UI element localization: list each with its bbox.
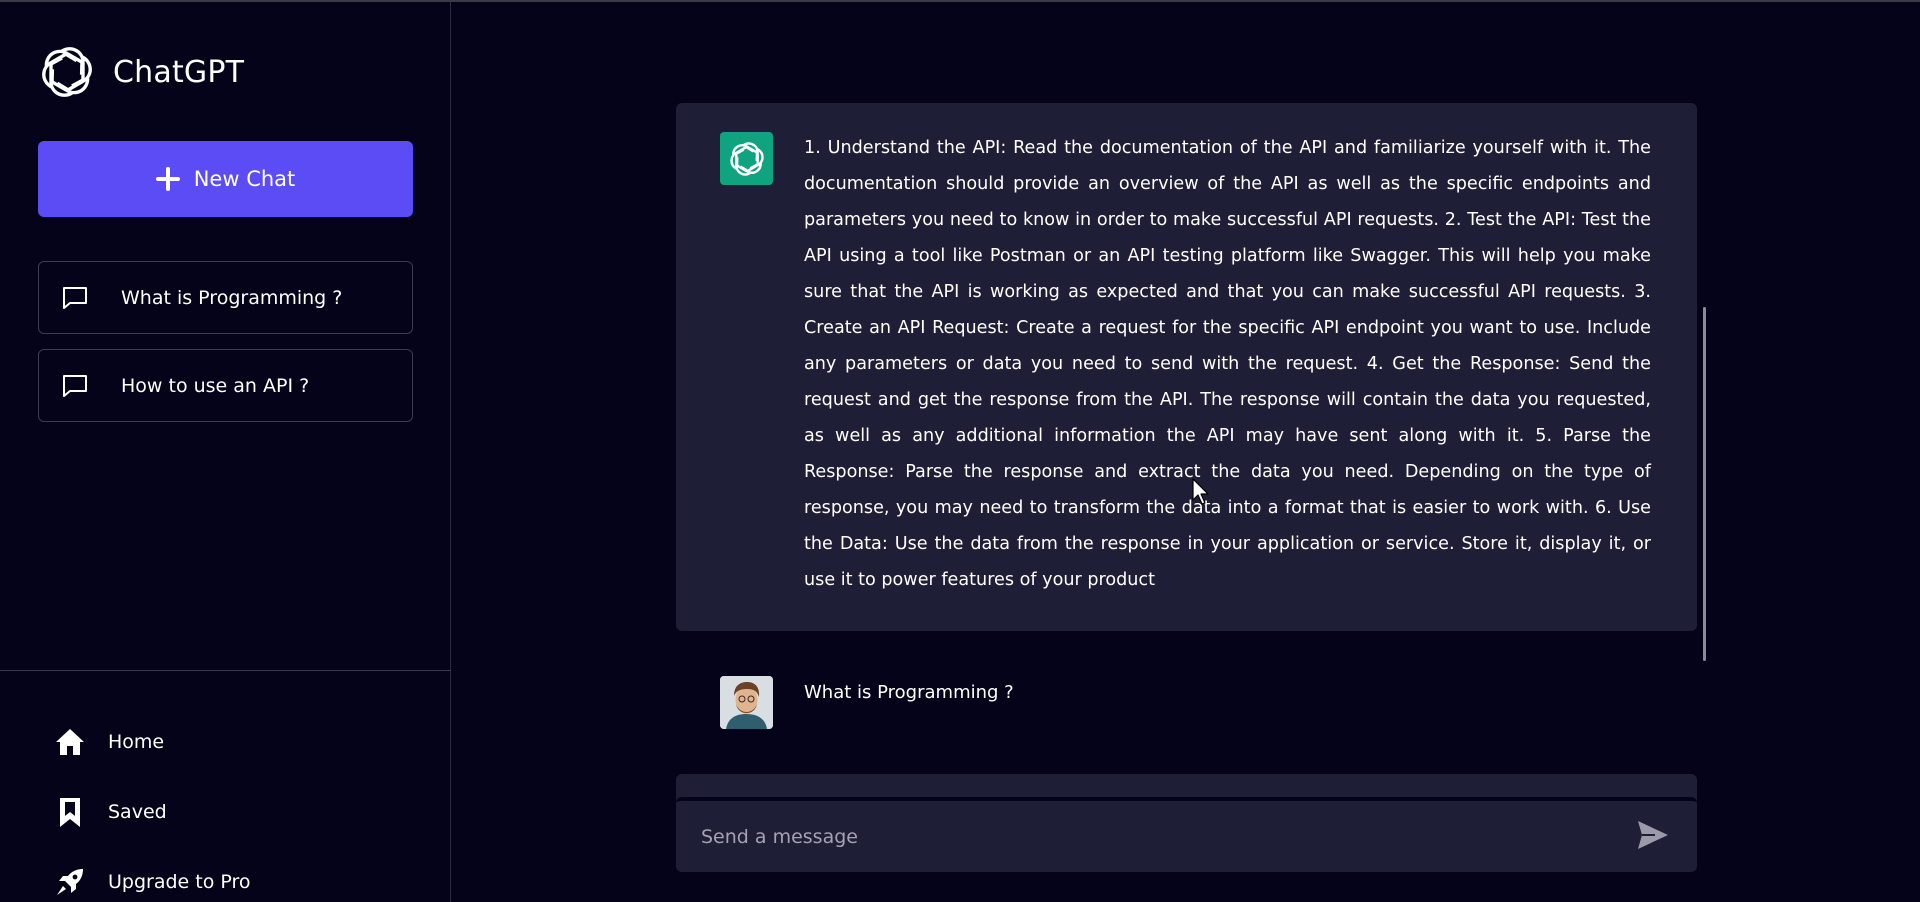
message-icon bbox=[63, 374, 87, 397]
home-icon bbox=[56, 729, 84, 755]
assistant-message: 1. Understand the API: Read the document… bbox=[676, 103, 1697, 631]
sidebar-divider bbox=[0, 670, 451, 671]
history-item-how-to-use-api[interactable]: How to use an API ? bbox=[38, 349, 413, 422]
chat-area: 1. Understand the API: Read the document… bbox=[452, 2, 1920, 902]
assistant-message-text: 1. Understand the API: Read the document… bbox=[804, 138, 1651, 590]
user-avatar bbox=[720, 676, 773, 729]
nav-label-home: Home bbox=[108, 731, 165, 753]
openai-logo-icon bbox=[42, 47, 92, 97]
mouse-cursor-icon bbox=[1192, 478, 1209, 505]
bookmark-icon bbox=[60, 798, 80, 827]
nav-item-upgrade[interactable]: Upgrade to Pro bbox=[54, 866, 251, 898]
user-message-text: What is Programming ? bbox=[804, 682, 1014, 703]
plus-icon bbox=[155, 167, 180, 191]
nav-label-saved: Saved bbox=[108, 801, 167, 823]
sidebar: ChatGPT New Chat What is Programming ? H… bbox=[0, 2, 451, 902]
send-icon[interactable] bbox=[1635, 817, 1671, 853]
user-message: What is Programming ? bbox=[676, 652, 1697, 732]
history-item-label: What is Programming ? bbox=[121, 286, 343, 309]
nav-item-saved[interactable]: Saved bbox=[54, 796, 167, 828]
message-composer bbox=[676, 797, 1697, 872]
new-chat-label: New Chat bbox=[193, 167, 296, 191]
nav-label-upgrade: Upgrade to Pro bbox=[108, 871, 251, 893]
new-chat-button[interactable]: New Chat bbox=[38, 141, 413, 217]
user-avatar-image bbox=[720, 676, 773, 729]
app-window: ChatGPT New Chat What is Programming ? H… bbox=[0, 0, 1920, 902]
brand-name: ChatGPT bbox=[113, 54, 245, 90]
openai-logo-icon bbox=[729, 141, 764, 176]
history-item-what-is-programming[interactable]: What is Programming ? bbox=[38, 261, 413, 334]
assistant-avatar bbox=[720, 132, 773, 185]
chat-scrollbar[interactable] bbox=[1703, 307, 1706, 661]
brand[interactable]: ChatGPT bbox=[37, 42, 244, 102]
nav-item-home[interactable]: Home bbox=[54, 726, 164, 758]
message-icon bbox=[63, 286, 87, 309]
rocket-icon bbox=[57, 869, 83, 895]
history-item-label: How to use an API ? bbox=[121, 374, 310, 397]
message-input[interactable] bbox=[676, 801, 1616, 872]
